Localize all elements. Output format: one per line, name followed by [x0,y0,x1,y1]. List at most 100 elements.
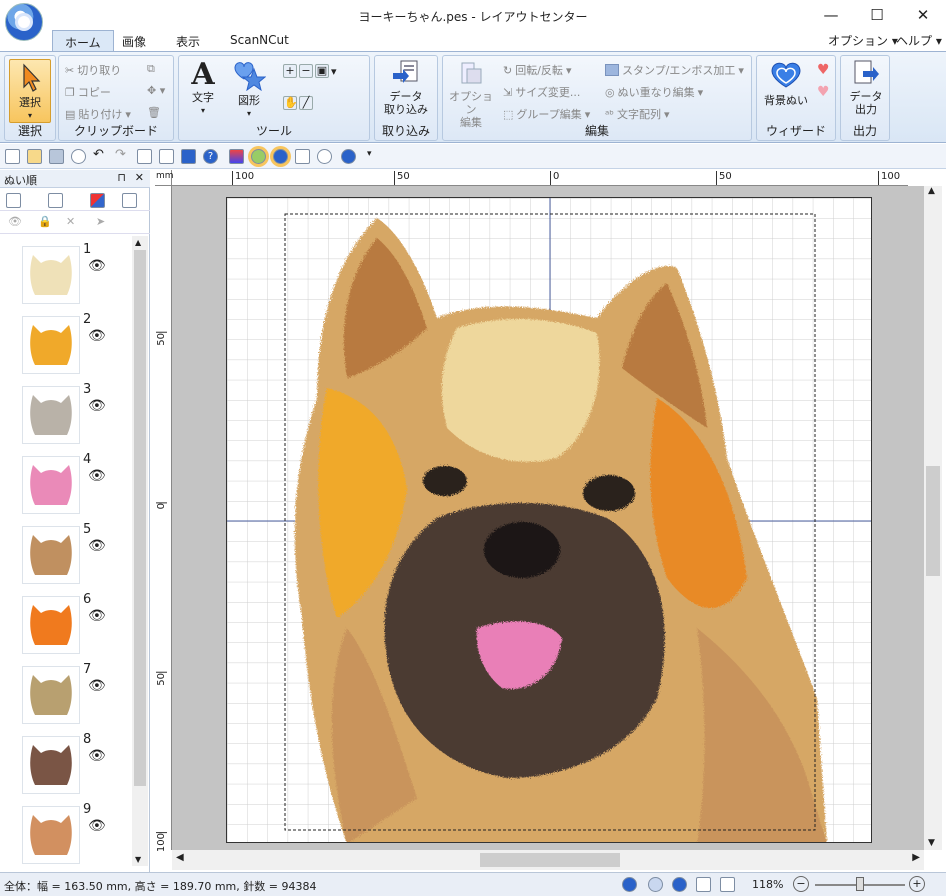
scroll-up-icon[interactable]: ▲ [135,238,141,247]
grid-toggle-icon[interactable] [696,877,711,892]
help-menu[interactable]: ヘルプ ▾ [896,32,942,49]
eye-icon[interactable]: 👁 [88,608,106,624]
new-file-icon[interactable] [5,149,20,164]
scroll-down-icon[interactable]: ▼ [135,855,141,864]
color-sort-icon[interactable] [229,149,244,164]
eye-icon[interactable]: 👁 [88,468,106,484]
vertical-scroll-thumb[interactable] [926,466,940,576]
sewing-order-item[interactable] [22,246,80,304]
group-icon[interactable] [48,193,63,208]
paste-button[interactable]: ▤ 貼り付け ▾ [65,106,131,122]
measure-icon[interactable]: ╱ [299,96,313,110]
tab-image[interactable]: 画像 [110,30,158,52]
move-icon[interactable]: ✥ ▾ [147,84,165,97]
zoom-in-icon[interactable]: + [283,64,297,78]
realistic-view-toggle-icon[interactable] [622,877,637,892]
sewing-order-item[interactable] [22,596,80,654]
maximize-button[interactable]: ☐ [854,0,900,30]
circle-view-icon[interactable] [341,149,356,164]
eye-icon[interactable]: 👁 [88,328,106,344]
overlap-edit-button[interactable]: ◎ ぬい重なり編集 ▾ [605,84,703,100]
heart-pink-icon[interactable]: ♥ [817,84,830,100]
qat-customize-icon[interactable]: ▾ [367,149,372,159]
frame-icon[interactable] [122,193,137,208]
help-icon[interactable]: ? [203,149,218,164]
panel-scroll-thumb[interactable] [134,250,146,786]
redo-icon[interactable]: ↷ [115,147,130,162]
design-canvas[interactable] [172,186,924,850]
panel-icon[interactable] [137,149,152,164]
text-button[interactable]: A 文字 ▾ [183,59,223,117]
visibility-icon[interactable]: 👁 [8,215,22,228]
sewing-order-item[interactable] [22,316,80,374]
copy-button[interactable]: ❐ コピー [65,84,111,100]
settings-icon[interactable] [317,149,332,164]
page-toggle-icon[interactable] [720,877,735,892]
select-button[interactable]: 選択 ▾ [9,59,51,123]
zoom-out-icon[interactable]: − [299,64,313,78]
open-folder-icon[interactable] [27,149,42,164]
save-icon[interactable] [49,149,64,164]
realistic-view-icon[interactable] [251,149,266,164]
tab-home[interactable]: ホーム [52,30,114,52]
duplicate-icon[interactable]: ⧉ [147,62,155,76]
transfer-icon[interactable] [181,149,196,164]
delete-icon[interactable]: 🗑 [147,106,161,119]
stitch-view-toggle-icon[interactable] [648,877,663,892]
delete-x-icon[interactable]: ✕ [66,215,75,228]
select-arrow-icon[interactable]: ➤ [96,215,105,228]
group-edit-button[interactable]: ⬚ グループ編集 ▾ [503,106,590,122]
horizontal-scroll-thumb[interactable] [480,853,620,867]
eye-icon[interactable]: 👁 [88,258,106,274]
horizontal-scrollbar[interactable]: ◀ ▶ [172,850,924,870]
shape-button[interactable]: 図形 ▾ [227,59,271,120]
options-menu[interactable]: オプション ▾ [828,32,898,49]
frame-fit-icon[interactable] [6,193,21,208]
import-data-button[interactable]: データ 取り込み [377,59,435,116]
search-icon[interactable] [71,149,86,164]
stamp-button[interactable]: スタンプ/エンボス加工 ▾ [605,62,744,78]
sewing-order-item[interactable] [22,666,80,724]
scroll-down-icon[interactable]: ▼ [928,838,935,848]
cut-button[interactable]: ✂ 切り取り [65,62,121,78]
vertical-scrollbar[interactable]: ▲ ▼ [924,186,942,850]
sewing-order-item[interactable] [22,806,80,864]
text-arrange-button[interactable]: ᵃᵇ 文字配列 ▾ [605,106,670,122]
color-order-icon[interactable] [90,193,105,208]
eye-icon[interactable]: 👁 [88,538,106,554]
embroidery-page[interactable] [226,197,872,843]
preview-icon[interactable] [295,149,310,164]
export-data-button[interactable]: データ 出力 [843,59,889,116]
stitch-view-icon[interactable] [273,149,288,164]
panel-scrollbar[interactable]: ▲ ▼ [132,236,148,866]
pin-icon[interactable]: ⊓ [117,171,126,184]
lock-icon[interactable]: 🔒 [38,215,52,228]
heart-outline-icon[interactable]: ♥ [817,62,830,78]
page-icon[interactable] [159,149,174,164]
sewing-order-item[interactable] [22,526,80,584]
background-stitch-button[interactable]: 背景ぬい [759,59,813,107]
app-menu-icon[interactable] [5,3,43,41]
zoom-out-button[interactable]: − [793,876,809,892]
tab-scanncut[interactable]: ScanNCut [218,30,301,52]
rotate-button[interactable]: ↻ 回転/反転 ▾ [503,62,571,78]
option-edit-button[interactable]: オプション 編集 [445,59,497,129]
zoom-slider-thumb[interactable] [856,877,864,891]
zoom-in-button[interactable]: + [909,876,925,892]
scroll-left-icon[interactable]: ◀ [176,852,184,863]
eye-icon[interactable]: 👁 [88,818,106,834]
zoom-fit-icon[interactable]: ▣ [315,64,329,78]
tab-view[interactable]: 表示 [164,30,212,52]
scroll-right-icon[interactable]: ▶ [912,852,920,863]
sewing-order-item[interactable] [22,456,80,514]
undo-icon[interactable]: ↶ [93,147,108,162]
eye-icon[interactable]: 👁 [88,398,106,414]
eye-icon[interactable]: 👁 [88,748,106,764]
view-mode-icon[interactable] [672,877,687,892]
panel-close-icon[interactable]: ✕ [135,171,144,184]
minimize-button[interactable]: — [808,0,854,30]
sewing-order-item[interactable] [22,386,80,444]
sewing-order-item[interactable] [22,736,80,794]
eye-icon[interactable]: 👁 [88,678,106,694]
hand-pan-icon[interactable]: ✋ [283,96,298,110]
